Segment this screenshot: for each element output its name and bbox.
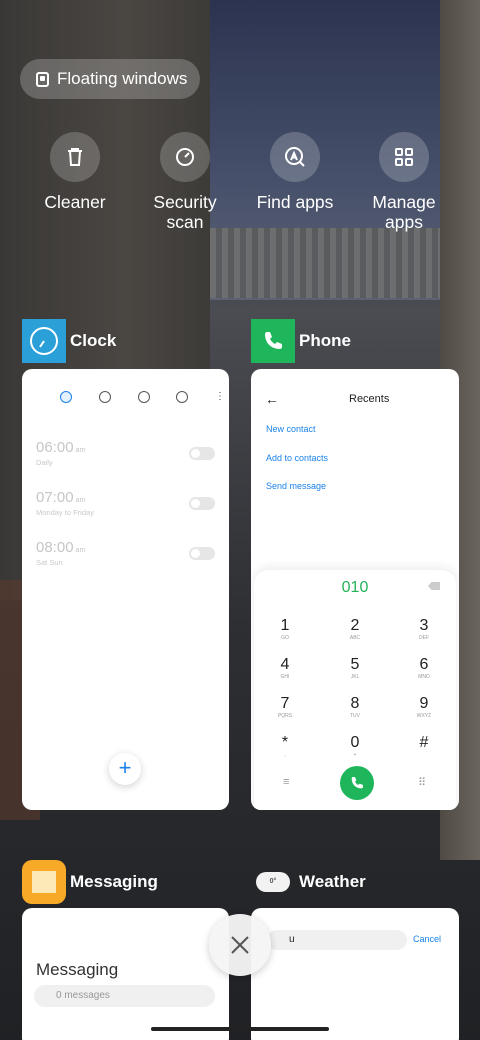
back-arrow-icon[interactable]: ←: [265, 391, 279, 407]
dial-key[interactable]: 6 MNO: [404, 656, 444, 681]
security-scan-icon: [176, 148, 194, 166]
floating-window-icon: [36, 71, 49, 87]
stopwatch-icon[interactable]: [137, 391, 150, 403]
alarm-time: 06:00: [36, 439, 74, 456]
messaging-app-header[interactable]: Messaging: [22, 860, 158, 904]
clear-all-button[interactable]: [209, 914, 271, 976]
city-search-value: u: [289, 934, 295, 945]
dial-key[interactable]: 3 DEF: [404, 617, 444, 642]
weather-app-icon: 0°: [251, 860, 295, 904]
dial-key[interactable]: 9 WXYZ: [404, 695, 444, 720]
close-icon: [231, 936, 249, 954]
cleaner-button[interactable]: Cleaner: [20, 132, 130, 212]
dialed-number: 010: [341, 579, 369, 596]
dial-key[interactable]: #: [404, 734, 444, 752]
alarm-toggle[interactable]: [189, 546, 215, 560]
alarm-repeat: Sat Sun: [36, 558, 63, 567]
manage-apps-button[interactable]: Manage apps: [349, 132, 459, 232]
city-search-input[interactable]: u: [267, 930, 407, 950]
find-apps-button[interactable]: Find apps: [240, 132, 350, 212]
new-contact-link[interactable]: New contact: [266, 424, 316, 434]
find-apps-label: Find apps: [256, 192, 334, 212]
clock-app-icon: [22, 319, 66, 363]
weather-app-card[interactable]: u Cancel: [251, 908, 459, 1040]
weather-app-header[interactable]: 0° Weather: [251, 860, 366, 904]
dial-key[interactable]: 4 GHI: [265, 656, 305, 681]
find-apps-icon: [285, 147, 305, 167]
cancel-search-button[interactable]: Cancel: [413, 934, 441, 944]
dial-key[interactable]: 0 +: [335, 734, 375, 759]
add-alarm-button[interactable]: +: [109, 753, 141, 785]
add-to-contacts-link[interactable]: Add to contacts: [266, 453, 328, 463]
messages-search-field[interactable]: 0 messages: [34, 985, 215, 1007]
dial-key[interactable]: *,: [265, 734, 305, 759]
alarm-repeat: Daily: [36, 458, 53, 467]
dial-key[interactable]: 2 ABC: [335, 617, 375, 642]
alarm-toggle[interactable]: [189, 446, 215, 460]
dial-key[interactable]: 8 TUV: [335, 695, 375, 720]
phone-app-icon: [251, 319, 295, 363]
dialpad: 010 1 GO 2 ABC 3 DEF 4 GHI 5 JKL 6 MNO 7 PQRS 8…: [254, 570, 456, 810]
alarm-time: 07:00: [36, 489, 74, 506]
alarm-row[interactable]: 07:00 am Monday to Friday: [36, 489, 215, 517]
world-clock-icon[interactable]: [98, 391, 111, 403]
dial-key[interactable]: 5 JKL: [335, 656, 375, 681]
menu-icon[interactable]: ≡: [283, 776, 289, 788]
recents-title: Recents: [349, 393, 390, 405]
home-indicator[interactable]: [151, 1027, 329, 1031]
alarm-time: 08:00: [36, 539, 74, 556]
alarm-ampm: am: [75, 497, 86, 504]
manage-apps-icon: [395, 148, 413, 166]
alarm-repeat: Monday to Friday: [36, 508, 94, 517]
phone-app-card[interactable]: ← Recents New contact Add to contacts Se…: [251, 369, 459, 810]
phone-app-name: Phone: [299, 331, 351, 350]
dial-key[interactable]: 1 GO: [265, 617, 305, 642]
messaging-app-card[interactable]: Messaging 0 messages: [22, 908, 229, 1040]
timer-icon[interactable]: [176, 391, 189, 403]
send-message-link[interactable]: Send message: [266, 481, 326, 491]
phone-call-icon: [351, 777, 363, 789]
messaging-title: Messaging: [36, 960, 119, 979]
trash-icon: [68, 148, 82, 166]
manage-apps-label: Manage apps: [372, 192, 436, 232]
dial-key[interactable]: 7 PQRS: [265, 695, 305, 720]
clock-toolbar: ⋮: [60, 391, 225, 403]
clock-app-card[interactable]: ⋮ 06:00 am Daily 07:00 am Monday to Friday…: [22, 369, 229, 810]
dialpad-toggle-icon[interactable]: ⠿: [418, 776, 426, 789]
security-scan-button[interactable]: Security scan: [130, 132, 240, 232]
phone-app-header[interactable]: Phone: [251, 319, 351, 363]
alarm-ampm: am: [75, 447, 86, 454]
security-scan-label: Security scan: [153, 192, 217, 232]
cleaner-label: Cleaner: [44, 192, 106, 212]
messaging-app-name: Messaging: [70, 872, 158, 891]
alarm-row[interactable]: 08:00 am Sat Sun: [36, 539, 215, 567]
floating-windows-button[interactable]: Floating windows: [20, 59, 200, 99]
clock-app-name: Clock: [70, 331, 117, 350]
alarm-row[interactable]: 06:00 am Daily: [36, 439, 215, 467]
alarm-ampm: am: [75, 547, 86, 554]
clock-app-header[interactable]: Clock: [22, 319, 116, 363]
messages-search-placeholder: 0 messages: [56, 990, 110, 1001]
call-button[interactable]: [340, 766, 374, 800]
weather-app-name: Weather: [299, 872, 366, 891]
messaging-app-icon: [22, 860, 66, 904]
alarm-icon[interactable]: [60, 391, 72, 403]
alarm-toggle[interactable]: [189, 496, 215, 510]
more-icon[interactable]: ⋮: [215, 391, 225, 403]
floating-windows-label: Floating windows: [57, 69, 188, 88]
